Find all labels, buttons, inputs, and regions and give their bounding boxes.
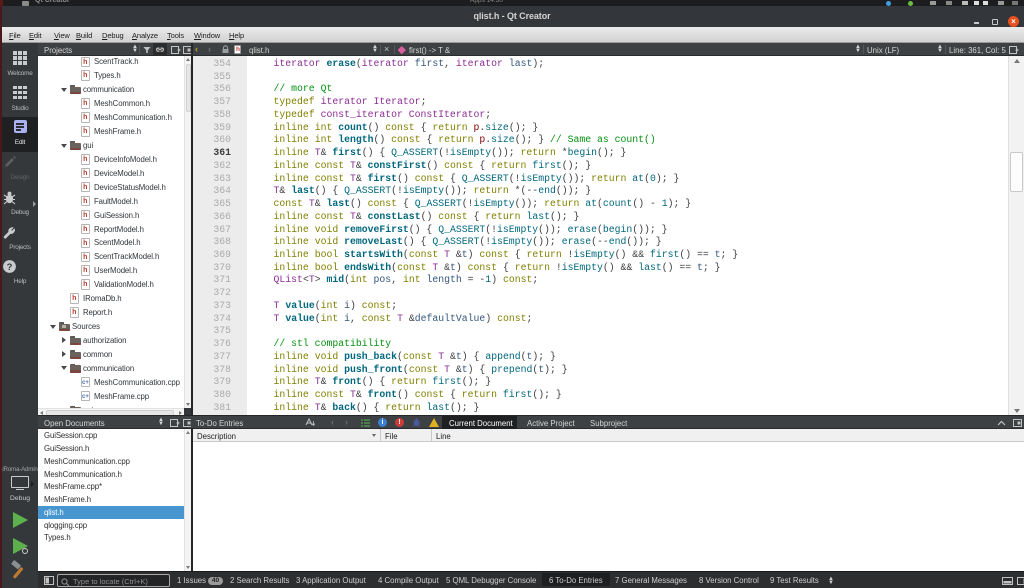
svg-text:?: ?	[7, 262, 13, 273]
